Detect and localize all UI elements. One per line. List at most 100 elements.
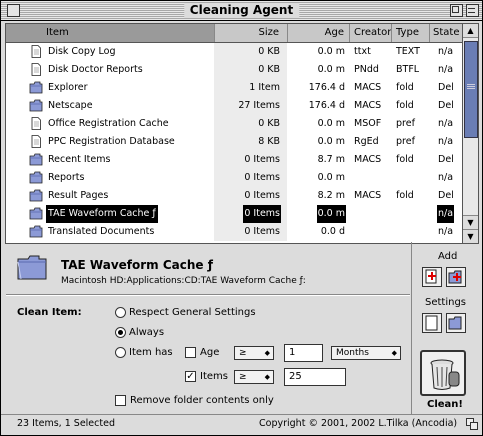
items-value-field[interactable]: 25: [284, 368, 346, 386]
items-checkbox[interactable]: ✓: [185, 371, 196, 382]
add-file-button[interactable]: [422, 267, 442, 287]
item-name: Office Registration Cache: [48, 118, 169, 129]
remove-contents-checkbox[interactable]: [115, 395, 126, 406]
column-header-label: Creator: [354, 27, 392, 38]
column-header-label: Type: [396, 27, 419, 38]
status-selection: 23 Items, 1 Selected: [17, 418, 115, 429]
clean-button[interactable]: [420, 350, 466, 396]
item-size: 1 Item: [249, 82, 280, 93]
item-state: Del: [438, 100, 454, 111]
age-unit-popup[interactable]: Months ◆: [331, 346, 401, 360]
column-header-item[interactable]: Item: [6, 24, 214, 42]
resize-grip-icon[interactable]: [466, 418, 478, 430]
list-item[interactable]: Office Registration Cache 0 KB 0.0 m MSOF pr…: [6, 115, 462, 133]
column-header-age[interactable]: Age: [287, 24, 349, 42]
list-item[interactable]: Disk Copy Log 0 KB 0.0 m ttxt TEXT n/a: [6, 43, 462, 61]
age-operator-value: ≥: [239, 348, 247, 358]
radio-item-has-label[interactable]: Item has: [129, 347, 173, 358]
folder-icon: [29, 171, 43, 184]
add-label: Add: [438, 251, 458, 262]
item-age: 0.0 m: [317, 172, 345, 183]
close-box-icon[interactable]: [7, 4, 20, 17]
popup-arrows-icon: ◆: [264, 373, 270, 381]
list-item[interactable]: Reports 0 Items 0.0 m n/a: [6, 169, 462, 187]
radio-always-label[interactable]: Always: [129, 327, 164, 338]
selected-item-title: TAE Waveform Cache ƒ: [61, 258, 213, 272]
list-item[interactable]: Explorer 1 Item 176.4 d MACS fold Del: [6, 79, 462, 97]
list-item[interactable]: Disk Doctor Reports 0 KB 0.0 m PNdd BTFL n/a: [6, 61, 462, 79]
radio-always[interactable]: [115, 327, 126, 338]
age-operator-popup[interactable]: ≥ ◆: [234, 346, 274, 360]
radio-respect-general-settings[interactable]: [115, 307, 126, 318]
items-operator-popup[interactable]: ≥ ◆: [234, 370, 274, 384]
age-value-field[interactable]: 1: [284, 344, 323, 362]
item-type: [395, 205, 397, 223]
window-title: Cleaning Agent: [183, 3, 300, 18]
cleaning-agent-window: Cleaning Agent Item Size Age Creator Typ…: [0, 0, 483, 436]
items-label: Items: [200, 371, 228, 382]
title-bar[interactable]: Cleaning Agent: [1, 1, 482, 21]
item-type: [395, 169, 397, 187]
list-item[interactable]: Result Pages 0 Items 8.2 m MACS fold Del: [6, 187, 462, 205]
item-size: 0 Items: [244, 172, 280, 183]
collapse-box-icon[interactable]: [466, 4, 479, 17]
item-name: Disk Copy Log: [48, 46, 116, 57]
item-name: TAE Waveform Cache ƒ: [46, 205, 158, 223]
item-type: TEXT: [396, 46, 420, 57]
scroll-down-arrow-icon[interactable]: ▼: [463, 215, 478, 229]
item-creator: [353, 169, 355, 187]
scroll-down-arrow-icon[interactable]: ▼: [463, 229, 478, 243]
trash-can-icon: [430, 359, 460, 390]
item-state: n/a: [438, 226, 454, 237]
item-state: Del: [438, 190, 454, 201]
item-creator: MSOF: [354, 118, 382, 129]
item-name: Explorer: [48, 82, 88, 93]
column-header-label: Size: [258, 27, 279, 38]
item-age: 0.0 d: [320, 226, 345, 237]
item-age: 176.4 d: [308, 100, 345, 111]
zoom-box-icon[interactable]: [450, 4, 463, 17]
item-creator: ttxt: [354, 46, 371, 57]
folder-settings-icon: [448, 316, 462, 330]
radio-respect-general-settings-label[interactable]: Respect General Settings: [129, 307, 256, 318]
add-folder-button[interactable]: [446, 267, 466, 287]
list-item[interactable]: Netscape 27 Items 176.4 d MACS fold Del: [6, 97, 462, 115]
item-name: Recent Items: [48, 154, 111, 165]
list-item[interactable]: PPC Registration Database 8 KB 0.0 m RgEd pr…: [6, 133, 462, 151]
item-name: PPC Registration Database: [48, 136, 175, 147]
item-type: BTFL: [396, 64, 420, 75]
folder-icon: [29, 99, 43, 112]
item-creator: [353, 205, 355, 223]
item-state: n/a: [438, 46, 454, 57]
age-checkbox[interactable]: [185, 347, 196, 358]
list-item[interactable]: Recent Items 0 Items 8.7 m MACS fold Del: [6, 151, 462, 169]
item-age: 0.0 m: [317, 46, 345, 57]
item-age: 0.0 m: [317, 64, 345, 75]
radio-item-has[interactable]: [115, 347, 126, 358]
status-copyright: Copyright © 2001, 2002 L.Tilka (Ancodia): [259, 418, 458, 429]
item-state: n/a: [438, 172, 454, 183]
column-header-state[interactable]: State: [429, 24, 462, 42]
column-header-size[interactable]: Size: [214, 24, 287, 42]
folder-settings-button[interactable]: [446, 313, 466, 333]
scroll-thumb[interactable]: [464, 41, 478, 138]
popup-arrows-icon: ◆: [264, 349, 270, 357]
item-age: 0.0 m: [317, 118, 345, 129]
item-state: n/a: [438, 136, 454, 147]
file-settings-button[interactable]: [422, 313, 442, 333]
list-item[interactable]: TAE Waveform Cache ƒ 0 Items 0.0 m n/a: [6, 205, 462, 223]
item-creator: PNdd: [354, 64, 379, 75]
item-list[interactable]: Item Size Age Creator Type State Disk Co…: [5, 23, 463, 244]
selected-item-path: Macintosh HD:Applications:CD:TAE Wavefor…: [61, 276, 306, 286]
column-header-creator[interactable]: Creator: [349, 24, 391, 42]
vertical-scrollbar[interactable]: ▲ ▼ ▼: [462, 23, 479, 244]
list-item[interactable]: Translated Documents 0 Items 0.0 d n/a: [6, 223, 462, 241]
column-header-type[interactable]: Type: [391, 24, 429, 42]
scroll-up-arrow-icon[interactable]: ▲: [463, 24, 478, 38]
status-bar: 23 Items, 1 Selected Copyright © 2001, 2…: [1, 414, 482, 435]
document-icon: [29, 135, 43, 148]
item-age: 8.2 m: [317, 190, 345, 201]
remove-contents-label[interactable]: Remove folder contents only: [130, 395, 274, 406]
document-icon: [29, 117, 43, 130]
clean-item-label: Clean Item:: [17, 307, 82, 318]
